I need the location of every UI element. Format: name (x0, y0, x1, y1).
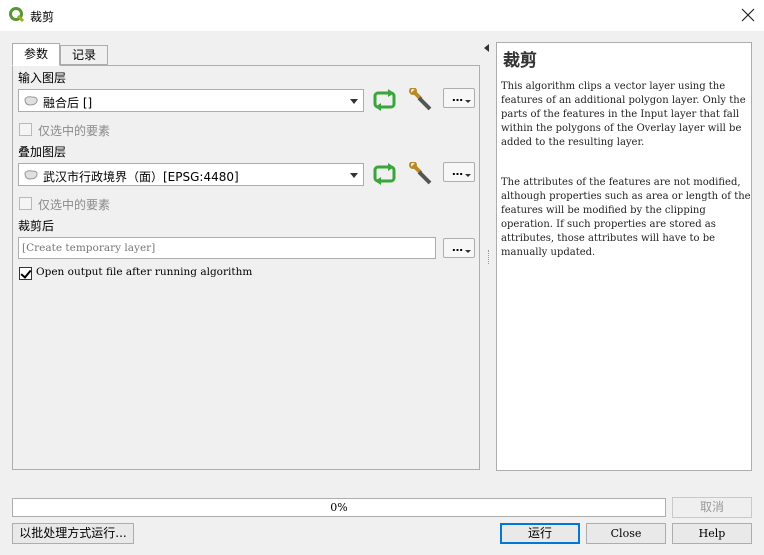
progress-bar: 0% (12, 498, 666, 517)
output-label: 裁剪后 (18, 219, 55, 233)
splitter-handle[interactable] (488, 250, 490, 264)
run-as-batch-button[interactable]: 以批处理方式运行... (12, 523, 134, 544)
title-bar: 裁剪 (0, 0, 764, 31)
qgis-icon (9, 7, 25, 23)
input-selected-only-label: 仅选中的要素 (38, 124, 111, 138)
help-paragraph: This algorithm clips a vector layer usin… (501, 81, 746, 148)
close-button[interactable]: Close (586, 523, 666, 544)
run-button[interactable]: 运行 (500, 523, 580, 544)
overlay-selected-only-label: 仅选中的要素 (38, 198, 111, 212)
wrench-icon[interactable] (409, 162, 435, 186)
overlay-layer-value: 武汉市行政境界（面）[EPSG:4480] (43, 170, 239, 184)
chevron-down-icon (350, 99, 358, 104)
button-label: Close (610, 527, 642, 540)
open-output-checkbox[interactable] (19, 267, 32, 280)
overlay-selected-only-checkbox[interactable] (19, 197, 32, 210)
more-label: … (452, 165, 463, 178)
overlay-layer-combo[interactable]: 武汉市行政境界（面）[EPSG:4480] (18, 163, 364, 186)
polygon-layer-icon (24, 170, 38, 180)
output-options-button[interactable]: … (443, 238, 475, 258)
input-selected-only-checkbox[interactable] (19, 123, 32, 136)
button-label: 取消 (699, 500, 724, 514)
help-title: 裁剪 (503, 51, 537, 71)
button-label: 运行 (527, 526, 552, 540)
refresh-icon[interactable] (372, 162, 398, 186)
cancel-button[interactable]: 取消 (672, 497, 752, 518)
input-layer-label: 输入图层 (18, 71, 67, 85)
tab-label: 参数 (23, 47, 48, 61)
tab-parameters[interactable]: 参数 (12, 43, 60, 66)
chevron-down-icon (465, 250, 471, 253)
input-layer-combo[interactable]: 融合后 [] (18, 89, 364, 112)
overlay-layer-label: 叠加图层 (18, 145, 67, 159)
window-title: 裁剪 (30, 10, 55, 24)
help-panel: 裁剪 This algorithm clips a vector layer u… (496, 42, 752, 471)
output-path-placeholder: [Create temporary layer] (22, 242, 156, 254)
help-paragraph: The attributes of the features are not m… (501, 177, 751, 258)
close-icon[interactable] (739, 6, 757, 24)
chevron-down-icon (465, 174, 471, 177)
tab-label: 记录 (71, 48, 96, 62)
input-layer-options-button[interactable]: … (443, 88, 475, 108)
button-label: Help (698, 527, 726, 540)
wrench-icon[interactable] (409, 88, 435, 112)
collapse-panel-icon[interactable] (484, 44, 489, 52)
output-path-input[interactable]: [Create temporary layer] (18, 237, 436, 259)
progress-label: 0% (330, 501, 348, 514)
parameters-panel: 输入图层 融合后 [] … 仅选中的要素 叠加图层 武汉市行政境界（面）[EPS… (12, 65, 480, 470)
help-button[interactable]: Help (672, 523, 752, 544)
refresh-icon[interactable] (372, 88, 398, 112)
overlay-layer-options-button[interactable]: … (443, 162, 475, 182)
button-label: 以批处理方式运行... (19, 526, 127, 540)
input-layer-value: 融合后 [] (43, 96, 93, 110)
chevron-down-icon (350, 173, 358, 178)
more-label: … (452, 241, 463, 254)
more-label: … (452, 91, 463, 104)
chevron-down-icon (465, 100, 471, 103)
open-output-label: Open output file after running algorithm (36, 266, 253, 278)
tab-log[interactable]: 记录 (60, 45, 108, 65)
polygon-layer-icon (24, 96, 38, 106)
